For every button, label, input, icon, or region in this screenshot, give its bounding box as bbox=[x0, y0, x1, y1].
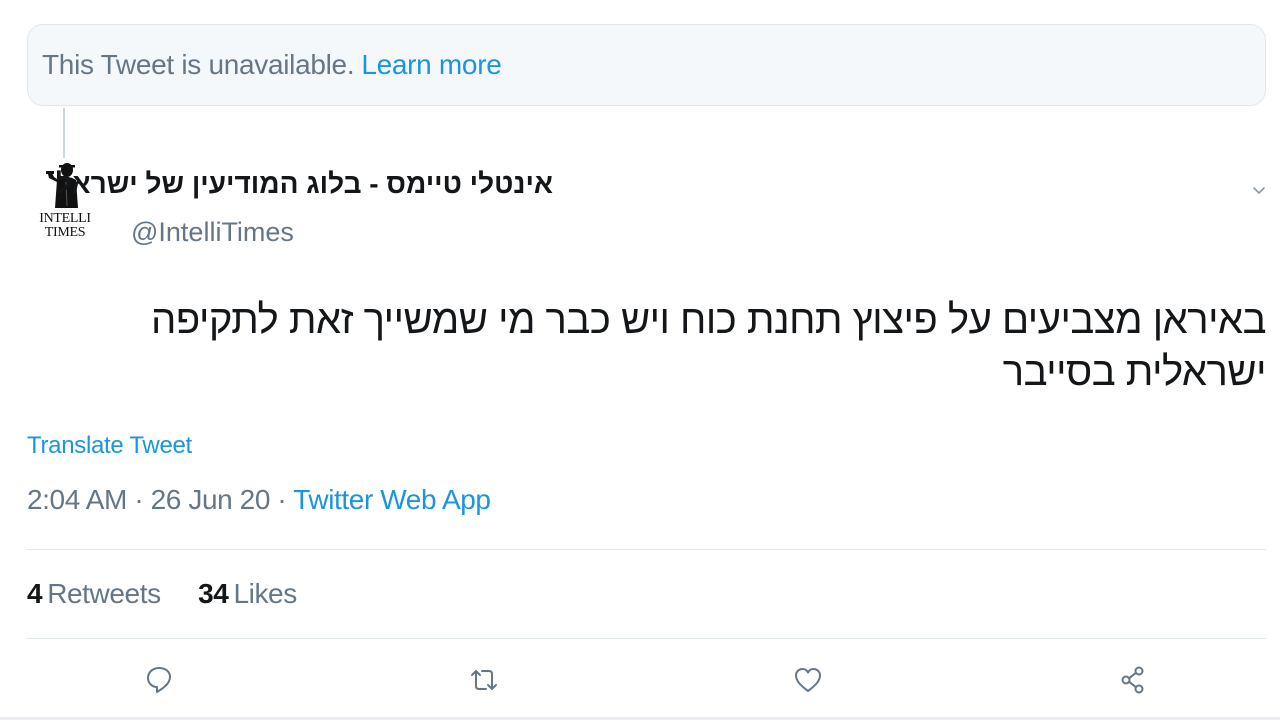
tweet-date[interactable]: 26 Jun 20 bbox=[151, 484, 271, 515]
likes-label: Likes bbox=[233, 578, 297, 609]
likes-stat[interactable]: 34 Likes bbox=[198, 578, 297, 610]
tweet-page: This Tweet is unavailable. Learn more IN… bbox=[0, 0, 1280, 720]
translate-tweet-link[interactable]: Translate Tweet bbox=[27, 432, 192, 460]
share-icon bbox=[1121, 666, 1144, 694]
author-handle[interactable]: @IntelliTimes bbox=[131, 217, 294, 248]
more-options-chevron-down-icon[interactable] bbox=[1249, 180, 1269, 200]
meta-separator: · bbox=[270, 484, 294, 515]
speech-bubble-icon bbox=[147, 667, 171, 693]
retweet-button[interactable] bbox=[466, 660, 502, 700]
share-button[interactable] bbox=[1115, 660, 1151, 700]
unavailable-tweet-notice: This Tweet is unavailable. Learn more bbox=[27, 24, 1266, 106]
retweets-count: 4 bbox=[27, 578, 43, 609]
retweets-label: Retweets bbox=[47, 578, 161, 609]
tweet-text: באיראן מצביעים על פיצוץ תחנת כוח ויש כבר… bbox=[151, 298, 1266, 394]
learn-more-link[interactable]: Learn more bbox=[361, 49, 501, 81]
author-display-name[interactable]: אינטלי טיימס - בלוג המודיעין של ישראל bbox=[56, 168, 553, 200]
tweet-source-link[interactable]: Twitter Web App bbox=[293, 484, 491, 515]
heart-icon bbox=[795, 668, 821, 692]
meta-separator: · bbox=[126, 484, 151, 515]
unavailable-notice-text: This Tweet is unavailable. bbox=[42, 49, 355, 80]
tweet-stats: 4 Retweets 34 Likes bbox=[27, 578, 297, 610]
thread-connector-line bbox=[63, 108, 65, 158]
retweet-icon bbox=[471, 670, 497, 690]
divider bbox=[27, 638, 1266, 639]
tweet-time[interactable]: 2:04 AM bbox=[27, 484, 127, 515]
avatar-logo-text: INTELLI TIMES bbox=[39, 211, 91, 240]
retweets-stat[interactable]: 4 Retweets bbox=[27, 578, 161, 610]
reply-button[interactable] bbox=[141, 660, 177, 700]
tweet-metadata: 2:04 AM · 26 Jun 20 · Twitter Web App bbox=[27, 484, 491, 516]
divider bbox=[27, 549, 1266, 550]
like-button[interactable] bbox=[790, 660, 826, 700]
likes-count: 34 bbox=[198, 578, 229, 609]
